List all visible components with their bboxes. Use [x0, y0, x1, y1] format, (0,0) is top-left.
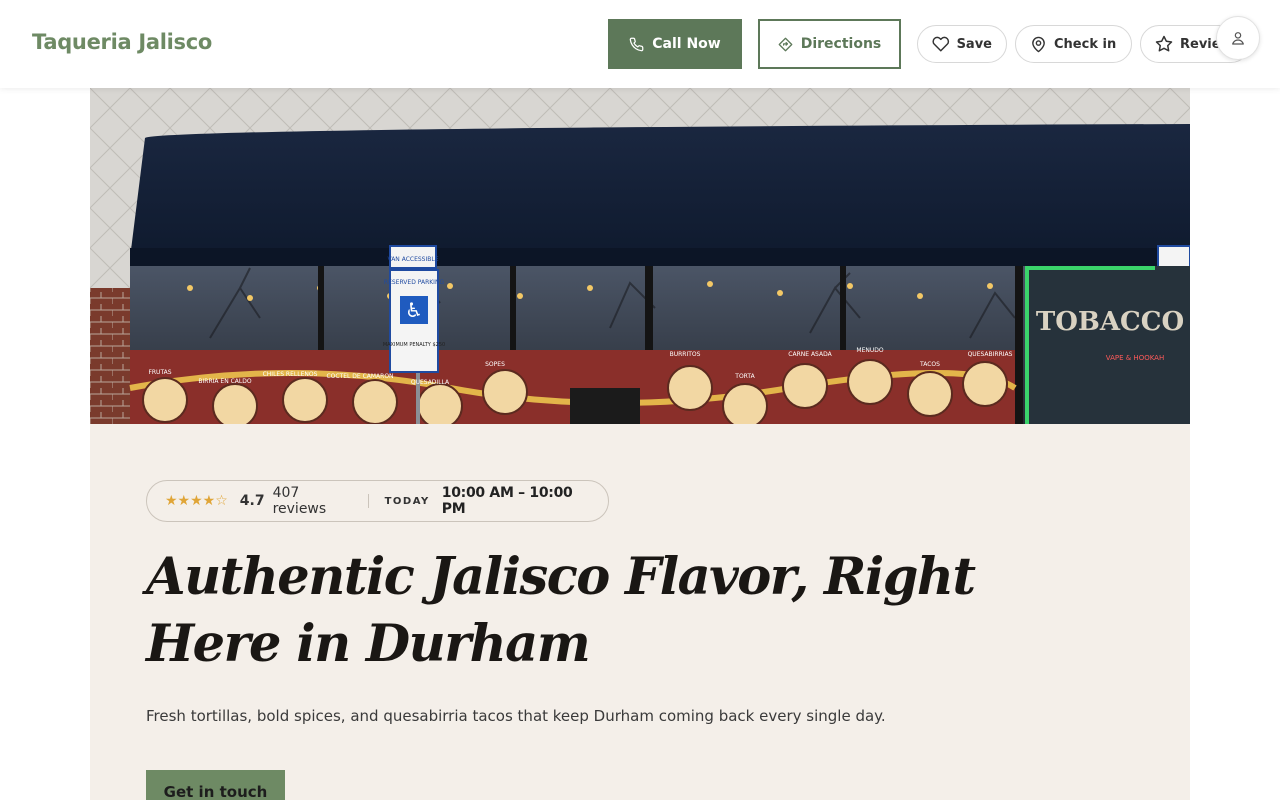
account-button[interactable] — [1216, 16, 1260, 60]
opening-hours: 10:00 AM – 10:00 PM — [441, 485, 573, 517]
menu-banner-label: COCTEL DE CAMARON — [326, 373, 393, 380]
review-count[interactable]: 407 reviews — [273, 485, 352, 517]
map-pin-icon — [1032, 36, 1045, 52]
call-now-button[interactable]: Call Now — [608, 19, 742, 69]
directions-label: Directions — [800, 36, 882, 52]
menu-banner-label: QUESADILLA — [411, 379, 450, 386]
get-in-touch-button[interactable]: Get in touch — [146, 770, 285, 800]
menu-banner-label: CHILES RELLENOS — [263, 371, 318, 378]
intro-section: ★★★★☆ 4.7 407 reviews TODAY 10:00 AM – 1… — [90, 424, 1190, 800]
menu-banner-label: CARNE ASADA — [788, 351, 832, 358]
van-accessible-sign: VAN ACCESSIBLE — [387, 256, 438, 263]
reserved-parking-sign: RESERVED PARKING — [384, 279, 445, 286]
storefront-photo: VAN ACCESSIBLE RESERVED PARKING ♿ MAXIMU… — [90, 88, 1190, 424]
menu-banner-label: QUESABIRRIAS — [968, 351, 1013, 358]
pill-divider — [367, 494, 369, 508]
directions-button[interactable]: Directions — [758, 19, 901, 69]
star-rating: ★★★★☆ — [165, 493, 228, 509]
menu-banner-label: BIRRIA EN CALDO — [198, 378, 251, 385]
star-icon — [1155, 35, 1173, 52]
check-in-label: Check in — [1054, 36, 1117, 52]
menu-banner-label: TACOS — [919, 361, 940, 368]
user-icon — [1232, 32, 1244, 45]
rating-value: 4.7 — [239, 493, 265, 509]
brand-name[interactable]: Taqueria Jalisco — [32, 30, 212, 54]
storefront-illustration: VAN ACCESSIBLE RESERVED PARKING ♿ MAXIMU… — [90, 88, 1190, 424]
heart-icon — [932, 36, 950, 52]
page-headline: Authentic Jalisco Flavor, Right Here in … — [146, 547, 976, 674]
menu-banner-label: SOPES — [485, 361, 505, 368]
directions-icon — [778, 37, 793, 51]
today-label: TODAY — [384, 495, 430, 507]
menu-banner-label: TORTA — [734, 373, 755, 380]
accessible-symbol: ♿ — [405, 298, 423, 322]
site-header: Taqueria Jalisco Call Now Directions Sav… — [0, 0, 1280, 88]
call-now-label: Call Now — [652, 36, 721, 52]
menu-banner-label: BURRITOS — [670, 351, 701, 358]
tobacco-sign: TOBACCO — [1036, 307, 1184, 337]
page-subtitle: Fresh tortillas, bold spices, and quesab… — [146, 707, 886, 725]
save-button[interactable]: Save — [917, 25, 1007, 63]
rating-hours-pill: ★★★★☆ 4.7 407 reviews TODAY 10:00 AM – 1… — [146, 480, 609, 522]
check-in-button[interactable]: Check in — [1015, 25, 1132, 63]
menu-banner-label: FRUTAS — [148, 369, 171, 376]
menu-banner-label: MENUDO — [856, 347, 883, 354]
phone-icon — [629, 37, 644, 51]
vape-sign: VAPE & HOOKAH — [1106, 354, 1165, 362]
save-label: Save — [956, 36, 992, 52]
maximum-penalty-sign: MAXIMUM PENALTY $250 — [383, 342, 445, 348]
